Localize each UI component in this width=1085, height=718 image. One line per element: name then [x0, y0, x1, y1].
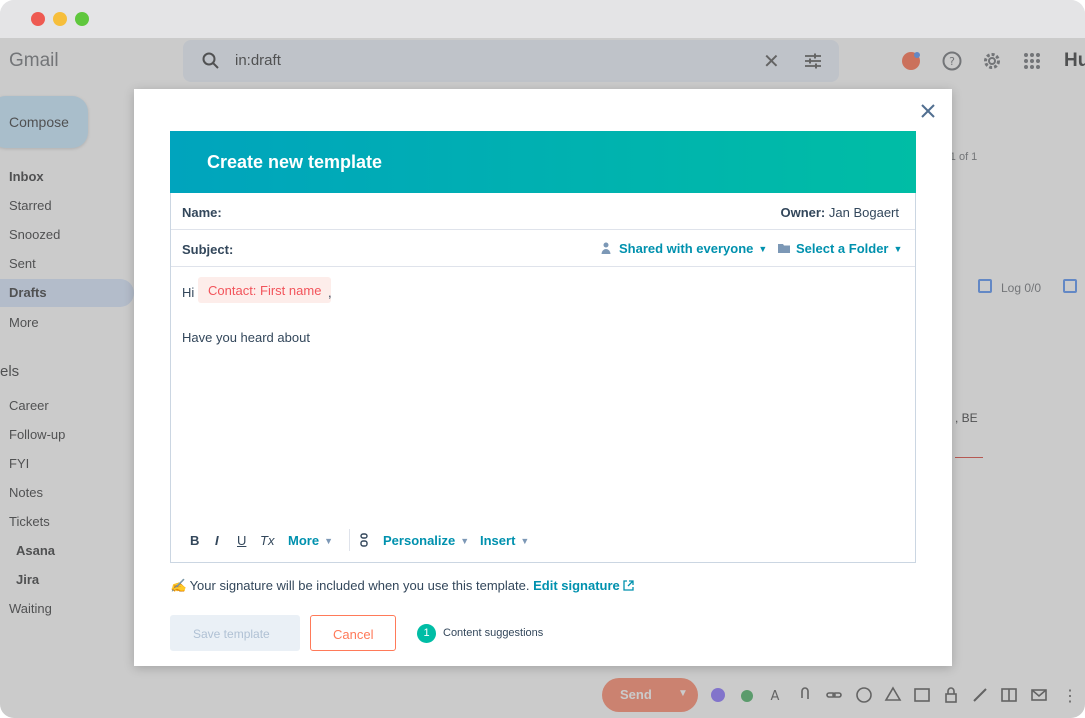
body-text-line[interactable]: Have you heard about — [182, 330, 310, 345]
personalization-token[interactable]: Contact: First name — [198, 277, 332, 303]
cancel-button[interactable]: Cancel — [310, 615, 396, 651]
signature-icon: ✍ — [170, 578, 187, 593]
more-label: More — [288, 533, 320, 548]
personalize-dropdown[interactable]: Personalize ▼ — [383, 533, 469, 548]
personalize-icon[interactable] — [360, 533, 368, 547]
save-template-label: Save template — [193, 627, 270, 641]
subject-row[interactable]: Subject: Shared with everyone ▼ Select a … — [171, 230, 915, 267]
close-window-button[interactable] — [31, 12, 45, 26]
template-header: Create new template — [170, 131, 916, 193]
name-row[interactable]: Name: Owner: Jan Bogaert — [171, 193, 915, 230]
save-template-button[interactable]: Save template — [170, 615, 300, 651]
folder-label: Select a Folder — [796, 241, 889, 256]
cancel-label: Cancel — [333, 627, 374, 642]
chevron-down-icon: ▼ — [324, 536, 333, 546]
subject-label: Subject: — [182, 242, 234, 257]
token-suffix: , — [328, 285, 332, 300]
content-suggestions-link[interactable]: Content suggestions — [443, 627, 543, 639]
chevron-down-icon: ▼ — [758, 244, 768, 254]
sharing-dropdown[interactable]: Shared with everyone ▼ — [619, 241, 767, 256]
body-greeting[interactable]: Hi — [182, 285, 194, 300]
close-icon[interactable] — [918, 101, 938, 121]
owner-name: Jan Bogaert — [828, 205, 899, 220]
content-suggestions-badge[interactable]: 1 — [417, 624, 436, 643]
create-template-modal: Create new template Name: Owner: Jan Bog… — [134, 89, 952, 666]
toolbar-divider — [349, 529, 350, 551]
bold-button[interactable]: B — [190, 533, 199, 548]
signature-note: ✍ Your signature will be included when y… — [170, 578, 635, 594]
minimize-window-button[interactable] — [53, 12, 67, 26]
mac-window: Gmail in:draft ✕ ? Hu Compose Inbox Star… — [0, 0, 1085, 718]
insert-dropdown[interactable]: Insert ▼ — [480, 533, 529, 548]
zoom-window-button[interactable] — [75, 12, 89, 26]
chevron-down-icon: ▼ — [893, 244, 903, 254]
modal-title: Create new template — [207, 152, 383, 172]
underline-button[interactable]: U — [237, 533, 246, 548]
folder-dropdown[interactable]: Select a Folder ▼ — [796, 241, 902, 256]
edit-signature-link[interactable]: Edit signature — [533, 578, 620, 593]
sharing-label: Shared with everyone — [619, 241, 754, 256]
template-editor: Name: Owner: Jan Bogaert Subject: Shared… — [170, 193, 916, 563]
chevron-down-icon: ▼ — [460, 536, 470, 546]
insert-label: Insert — [480, 533, 516, 548]
window-titlebar — [0, 0, 1085, 38]
external-link-icon[interactable] — [623, 580, 635, 591]
more-dropdown[interactable]: More ▼ — [288, 533, 333, 548]
owner-label: Owner: — [780, 205, 826, 220]
folder-icon — [778, 244, 790, 253]
user-icon — [601, 242, 611, 254]
name-label: Name: — [182, 205, 222, 220]
italic-button[interactable]: I — [215, 533, 219, 548]
signature-text: Your signature will be included when you… — [189, 578, 530, 593]
owner-info: Owner: Jan Bogaert — [780, 205, 899, 220]
chevron-down-icon: ▼ — [520, 536, 530, 546]
clear-format-button[interactable]: Tx — [260, 533, 274, 548]
personalize-label: Personalize — [383, 533, 456, 548]
